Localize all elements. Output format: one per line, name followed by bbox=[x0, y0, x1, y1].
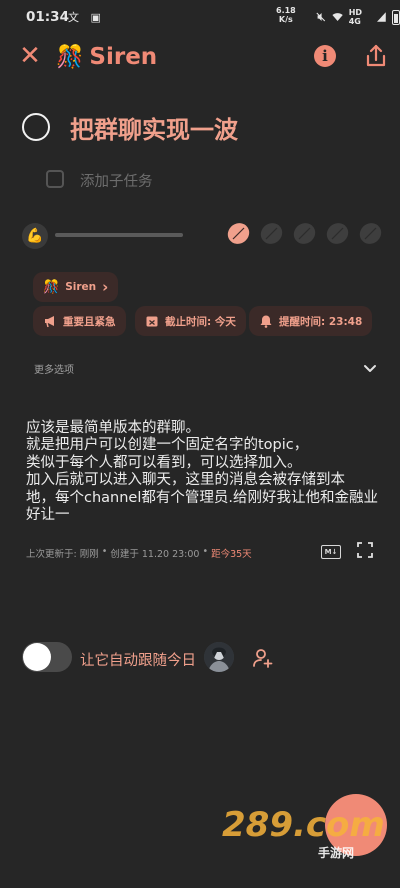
signal-icon bbox=[377, 12, 386, 22]
megaphone-icon bbox=[45, 316, 54, 328]
markdown-icon[interactable]: M↓ bbox=[321, 545, 341, 559]
task-title[interactable]: 把群聊实现一波 bbox=[70, 110, 238, 145]
note-line: 类似于每个人都可以看到，可以选择加入。 bbox=[26, 454, 302, 471]
note-line: 地，每个channel都有个管理员.给刚好我让他和金融业 bbox=[26, 489, 378, 506]
project-name: Siren bbox=[89, 44, 158, 70]
avatar[interactable] bbox=[204, 642, 234, 672]
chevron-down-icon[interactable] bbox=[362, 360, 378, 376]
avatar-image bbox=[204, 642, 234, 672]
days-remaining: 距今35天 bbox=[211, 549, 252, 560]
close-button[interactable]: ✕ bbox=[14, 40, 46, 72]
net-speed-unit: K/s bbox=[278, 15, 293, 24]
separator: • bbox=[101, 546, 108, 557]
status-bar: 01:34 文 ▣ 6.18 K/s HD 4G bbox=[0, 0, 400, 34]
status-right: HD 4G bbox=[316, 8, 400, 26]
task-meta: 上次更新于: 刚刚 • 创建于 11.20 23:00 • 距今35天 bbox=[26, 546, 252, 560]
auto-follow-today-toggle[interactable] bbox=[22, 642, 72, 672]
more-options-label[interactable]: 更多选项 bbox=[34, 361, 74, 376]
mute-icon bbox=[316, 12, 326, 22]
note-line: 好让一 bbox=[26, 507, 70, 524]
due-date-label: 截止时间: 今天 bbox=[165, 315, 236, 328]
pomodoro-icon-1[interactable] bbox=[226, 221, 251, 246]
bell-icon bbox=[260, 315, 272, 328]
fullscreen-icon[interactable] bbox=[357, 542, 373, 558]
project-chip[interactable]: 🎊 Siren › bbox=[33, 272, 119, 302]
network-type: HD 4G bbox=[348, 8, 363, 26]
party-popper-icon: 🎊 bbox=[56, 44, 84, 70]
share-icon[interactable] bbox=[362, 42, 390, 70]
pomodoro-icon-5[interactable] bbox=[358, 221, 383, 246]
reminder-chip[interactable]: 提醒时间: 23:48 bbox=[249, 306, 373, 336]
pomodoro-icon-3[interactable] bbox=[292, 221, 317, 246]
progress-slider-track[interactable] bbox=[55, 233, 183, 237]
subtask-checkbox[interactable] bbox=[46, 170, 64, 188]
priority-label: 重要且紧急 bbox=[63, 315, 116, 328]
status-time: 01:34 bbox=[26, 9, 69, 25]
battery-icon bbox=[392, 9, 400, 25]
created-time: 创建于 11.20 23:00 bbox=[110, 549, 200, 560]
toggle-knob bbox=[23, 643, 51, 671]
wifi-icon bbox=[331, 13, 343, 21]
calendar-icon bbox=[146, 316, 158, 327]
pomodoro-icon-2[interactable] bbox=[259, 221, 284, 246]
info-button[interactable]: i bbox=[314, 45, 336, 67]
add-person-icon[interactable] bbox=[251, 646, 275, 670]
last-updated: 上次更新于: 刚刚 bbox=[26, 549, 99, 560]
net-speed: 6.18 K/s bbox=[276, 6, 296, 24]
add-subtask-input[interactable]: 添加子任务 bbox=[80, 170, 153, 191]
party-popper-icon: 🎊 bbox=[43, 279, 60, 295]
project-chip-label: Siren bbox=[65, 281, 97, 293]
separator: • bbox=[202, 546, 209, 557]
watermark-subtitle: 手游网 bbox=[318, 846, 355, 860]
watermark-logo: 289.com bbox=[222, 805, 385, 845]
task-complete-checkbox[interactable] bbox=[22, 113, 50, 141]
reminder-label: 提醒时间: 23:48 bbox=[279, 315, 363, 328]
note-line: 就是把用户可以创建一个固定名字的topic， bbox=[26, 437, 309, 454]
project-title[interactable]: 🎊 Siren bbox=[56, 40, 157, 74]
pomodoro-icon-4[interactable] bbox=[325, 221, 350, 246]
chevron-right-icon: › bbox=[102, 278, 109, 296]
task-note[interactable]: 应该是最简单版本的群聊。 就是把用户可以创建一个固定名字的topic， 类似于每… bbox=[26, 420, 382, 524]
progress-slider-thumb[interactable]: 💪 bbox=[22, 223, 48, 249]
auto-follow-today-label: 让它自动跟随今日 bbox=[80, 653, 196, 669]
priority-chip[interactable]: 重要且紧急 bbox=[33, 306, 126, 336]
note-line: 加入后就可以进入聊天，这里的消息会被存储到本 bbox=[26, 472, 345, 489]
notification-icons: 文 ▣ bbox=[68, 11, 105, 24]
note-line: 应该是最简单版本的群聊。 bbox=[26, 420, 200, 436]
pomodoro-list bbox=[226, 221, 383, 246]
net-speed-value: 6.18 bbox=[276, 6, 296, 15]
due-date-chip[interactable]: 截止时间: 今天 bbox=[135, 306, 246, 336]
